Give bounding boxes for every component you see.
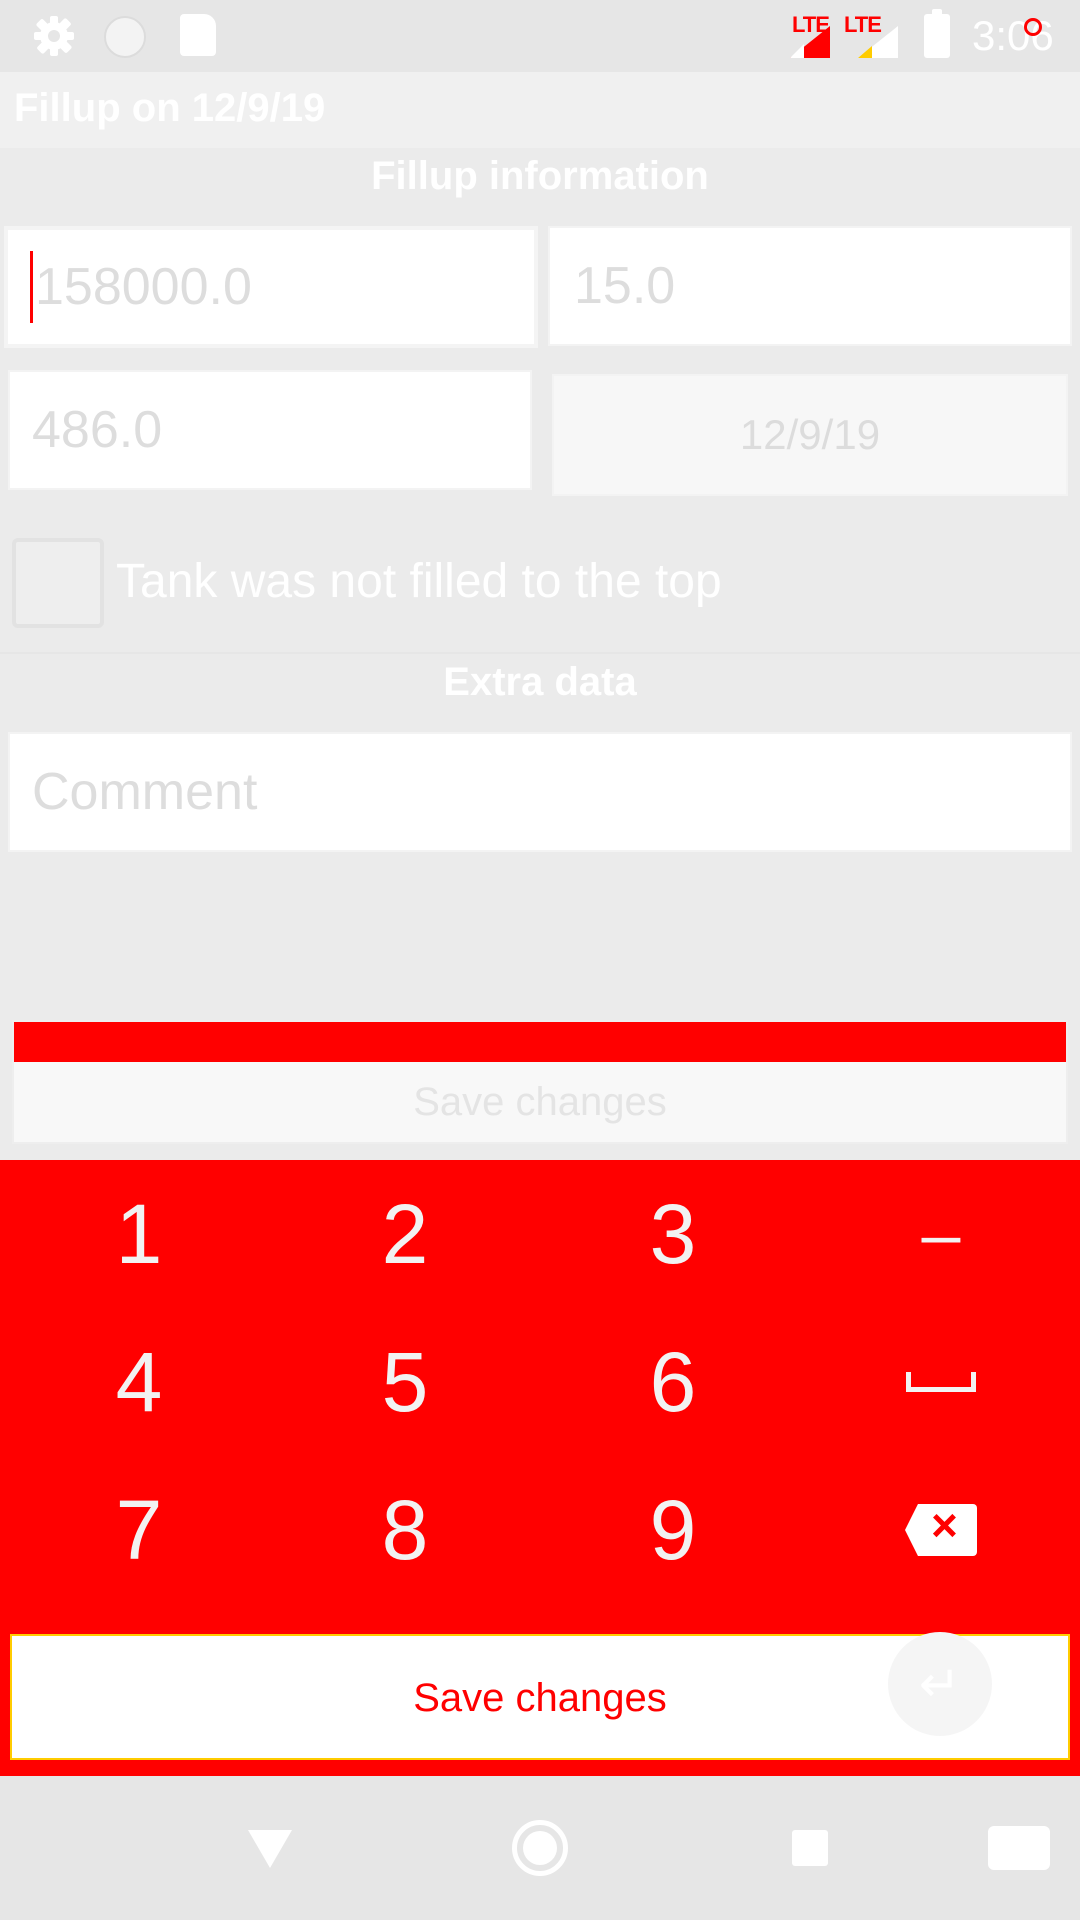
comment-field[interactable]: Comment (8, 732, 1072, 852)
key-7[interactable]: 7 (4, 1456, 274, 1604)
section-header-fillup-info: Fillup information (371, 154, 709, 198)
render-artifact (14, 1022, 1066, 1062)
text-cursor (30, 251, 33, 323)
tank-not-full-checkbox[interactable] (12, 538, 104, 628)
price-placeholder: 486.0 (32, 401, 163, 459)
status-bar: LTE LTE 3:06 (0, 0, 1080, 72)
notification-dot-icon (1024, 18, 1042, 36)
key-2[interactable]: 2 (270, 1160, 540, 1308)
key-1[interactable]: 1 (4, 1160, 274, 1308)
key-6[interactable]: 6 (538, 1308, 808, 1456)
action-bar: Fillup on 12/9/19 (0, 72, 1080, 148)
key-8[interactable]: 8 (270, 1456, 540, 1604)
gear-icon (34, 16, 74, 56)
odometer-field[interactable]: 158000.0 (4, 226, 538, 348)
sd-card-icon (180, 14, 216, 56)
key-space[interactable] (806, 1308, 1076, 1456)
space-icon (906, 1372, 976, 1392)
date-button[interactable]: 12/9/19 (552, 374, 1068, 496)
date-value: 12/9/19 (739, 411, 881, 458)
clock: 3:06 (972, 12, 1054, 59)
battery-icon (924, 9, 950, 58)
tank-not-full-label: Tank was not filled to the top (116, 555, 722, 608)
divider (0, 652, 1080, 654)
save-button-background[interactable]: Save changes (12, 1020, 1068, 1144)
enter-key[interactable]: ↵ (888, 1632, 992, 1736)
key-3[interactable]: 3 (538, 1160, 808, 1308)
odometer-placeholder: 158000.0 (35, 258, 252, 316)
signal-icon (790, 26, 830, 58)
backspace-icon: × (905, 1504, 977, 1556)
page-title: Fillup on 12/9/19 (14, 86, 326, 130)
key-backspace[interactable]: × (806, 1456, 1076, 1604)
comment-placeholder: Comment (32, 763, 258, 821)
key-minus[interactable]: – (806, 1160, 1076, 1308)
signal-icon (858, 26, 898, 58)
key-5[interactable]: 5 (270, 1308, 540, 1456)
key-9[interactable]: 9 (538, 1456, 808, 1604)
recents-icon[interactable] (792, 1830, 828, 1866)
save-button-background-label: Save changes (413, 1080, 667, 1124)
key-4[interactable]: 4 (4, 1308, 274, 1456)
home-icon[interactable] (512, 1820, 568, 1876)
price-field[interactable]: 486.0 (8, 370, 532, 490)
volume-field[interactable]: 15.0 (548, 226, 1072, 346)
keyboard-switch-icon[interactable] (988, 1826, 1050, 1870)
circle-icon (104, 16, 146, 58)
volume-placeholder: 15.0 (574, 257, 676, 315)
section-header-extra-data: Extra data (443, 660, 637, 704)
enter-icon: ↵ (919, 1656, 961, 1712)
